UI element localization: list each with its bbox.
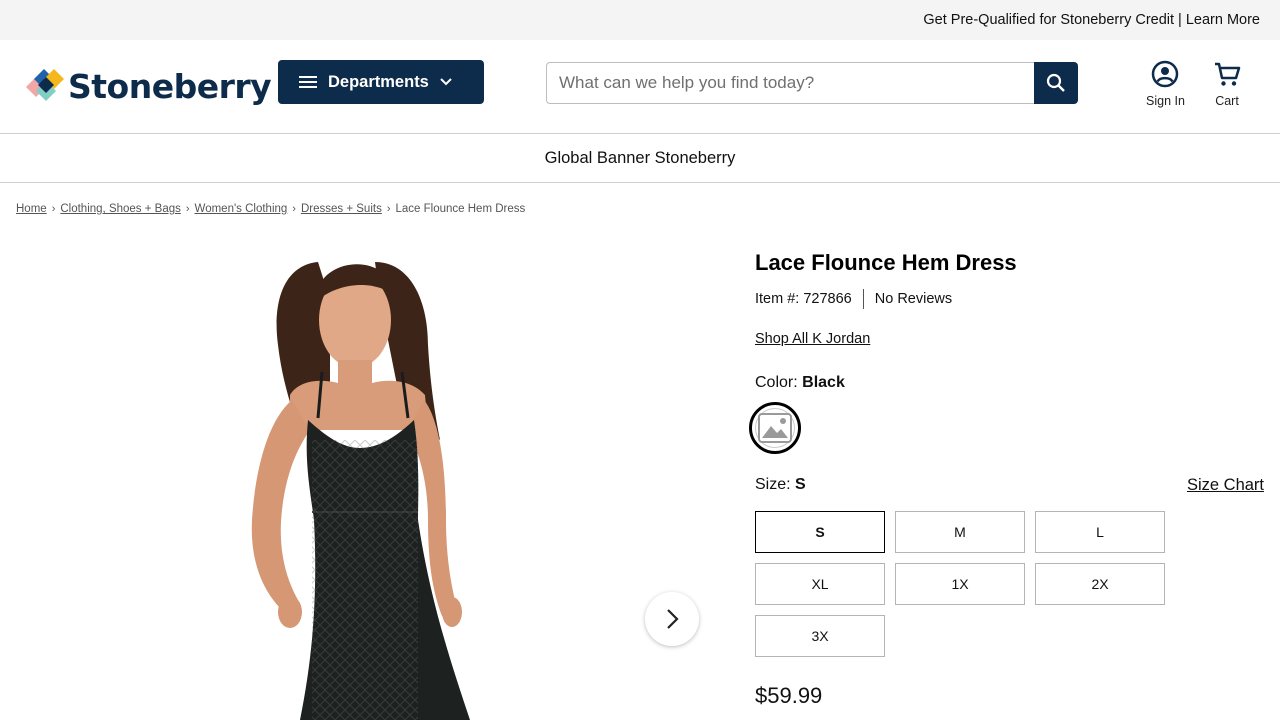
size-option-s[interactable]: S <box>755 511 885 553</box>
breadcrumb-womens-clothing[interactable]: Women's Clothing <box>195 203 288 215</box>
size-selected-label: Size: S <box>755 476 806 495</box>
cart-icon <box>1215 62 1241 86</box>
size-option-l[interactable]: L <box>1035 511 1165 553</box>
meta-divider <box>862 289 864 309</box>
breadcrumb-current: Lace Flounce Hem Dress <box>395 203 526 215</box>
departments-button[interactable]: Departments <box>278 60 484 104</box>
size-chart-link[interactable]: Size Chart <box>1187 476 1264 495</box>
departments-label: Departments <box>328 72 429 91</box>
color-selector-label: Color: Black <box>755 374 1265 392</box>
breadcrumb: Home › Clothing, Shoes + Bags › Women's … <box>16 203 525 215</box>
breadcrumb-separator-icon: › <box>185 203 190 215</box>
product-details: Lace Flounce Hem Dress Item #: 727866 No… <box>749 250 1265 709</box>
product-photo <box>251 262 470 720</box>
logo-mark-icon <box>26 69 64 101</box>
chevron-down-icon <box>440 78 452 86</box>
account-circle-icon <box>1152 60 1179 88</box>
product-title: Lace Flounce Hem Dress <box>755 250 1017 275</box>
product-image[interactable] <box>0 240 720 720</box>
color-label: Color: <box>755 374 798 391</box>
size-value: S <box>795 476 806 493</box>
search-input[interactable] <box>546 62 1034 104</box>
search-bar <box>546 62 1078 104</box>
site-header: Stoneberry Departments Sign In <box>0 40 1280 134</box>
logo-text: Stoneberry <box>68 66 272 106</box>
chevron-right-icon <box>667 609 679 629</box>
size-option-2x[interactable]: 2X <box>1035 563 1165 605</box>
breadcrumb-separator-icon: › <box>386 203 391 215</box>
swatch-image <box>755 408 795 448</box>
site-logo[interactable]: Stoneberry <box>24 65 272 107</box>
breadcrumb-home[interactable]: Home <box>16 203 47 215</box>
global-banner: Global Banner Stoneberry <box>0 134 1280 183</box>
promo-bar: Get Pre-Qualified for Stoneberry Credit … <box>0 0 1280 40</box>
size-header: Size: S Size Chart <box>755 476 1264 495</box>
size-label: Size: <box>755 476 791 493</box>
search-button[interactable] <box>1034 62 1078 104</box>
size-options: S M L XL 1X 2X 3X <box>755 511 1265 657</box>
product-price: $59.99 <box>755 683 823 708</box>
breadcrumb-separator-icon: › <box>292 203 296 215</box>
size-option-3x[interactable]: 3X <box>755 615 885 657</box>
cart-label: Cart <box>1215 94 1239 108</box>
sign-in-label: Sign In <box>1146 94 1185 108</box>
size-option-xl[interactable]: XL <box>755 563 885 605</box>
color-swatch-black[interactable] <box>749 402 801 454</box>
credit-promo-link[interactable]: Get Pre-Qualified for Stoneberry Credit … <box>923 12 1260 28</box>
global-banner-text: Global Banner Stoneberry <box>544 148 736 167</box>
size-option-m[interactable]: M <box>895 511 1025 553</box>
next-image-button[interactable] <box>645 592 699 646</box>
color-value: Black <box>802 374 845 391</box>
reviews-link[interactable]: No Reviews <box>875 291 952 307</box>
image-placeholder-icon <box>758 413 792 443</box>
cart-button[interactable]: Cart <box>1213 60 1241 108</box>
product-meta: Item #: 727866 No Reviews <box>755 289 1265 309</box>
breadcrumb-dresses[interactable]: Dresses + Suits <box>301 203 382 215</box>
breadcrumb-separator-icon: › <box>51 203 56 215</box>
shop-all-brand-link[interactable]: Shop All K Jordan <box>755 331 870 347</box>
menu-icon <box>299 76 317 88</box>
breadcrumb-clothing[interactable]: Clothing, Shoes + Bags <box>60 203 181 215</box>
search-icon <box>1046 73 1065 92</box>
item-number: Item #: 727866 <box>755 291 852 307</box>
size-option-1x[interactable]: 1X <box>895 563 1025 605</box>
sign-in-button[interactable]: Sign In <box>1146 60 1185 108</box>
